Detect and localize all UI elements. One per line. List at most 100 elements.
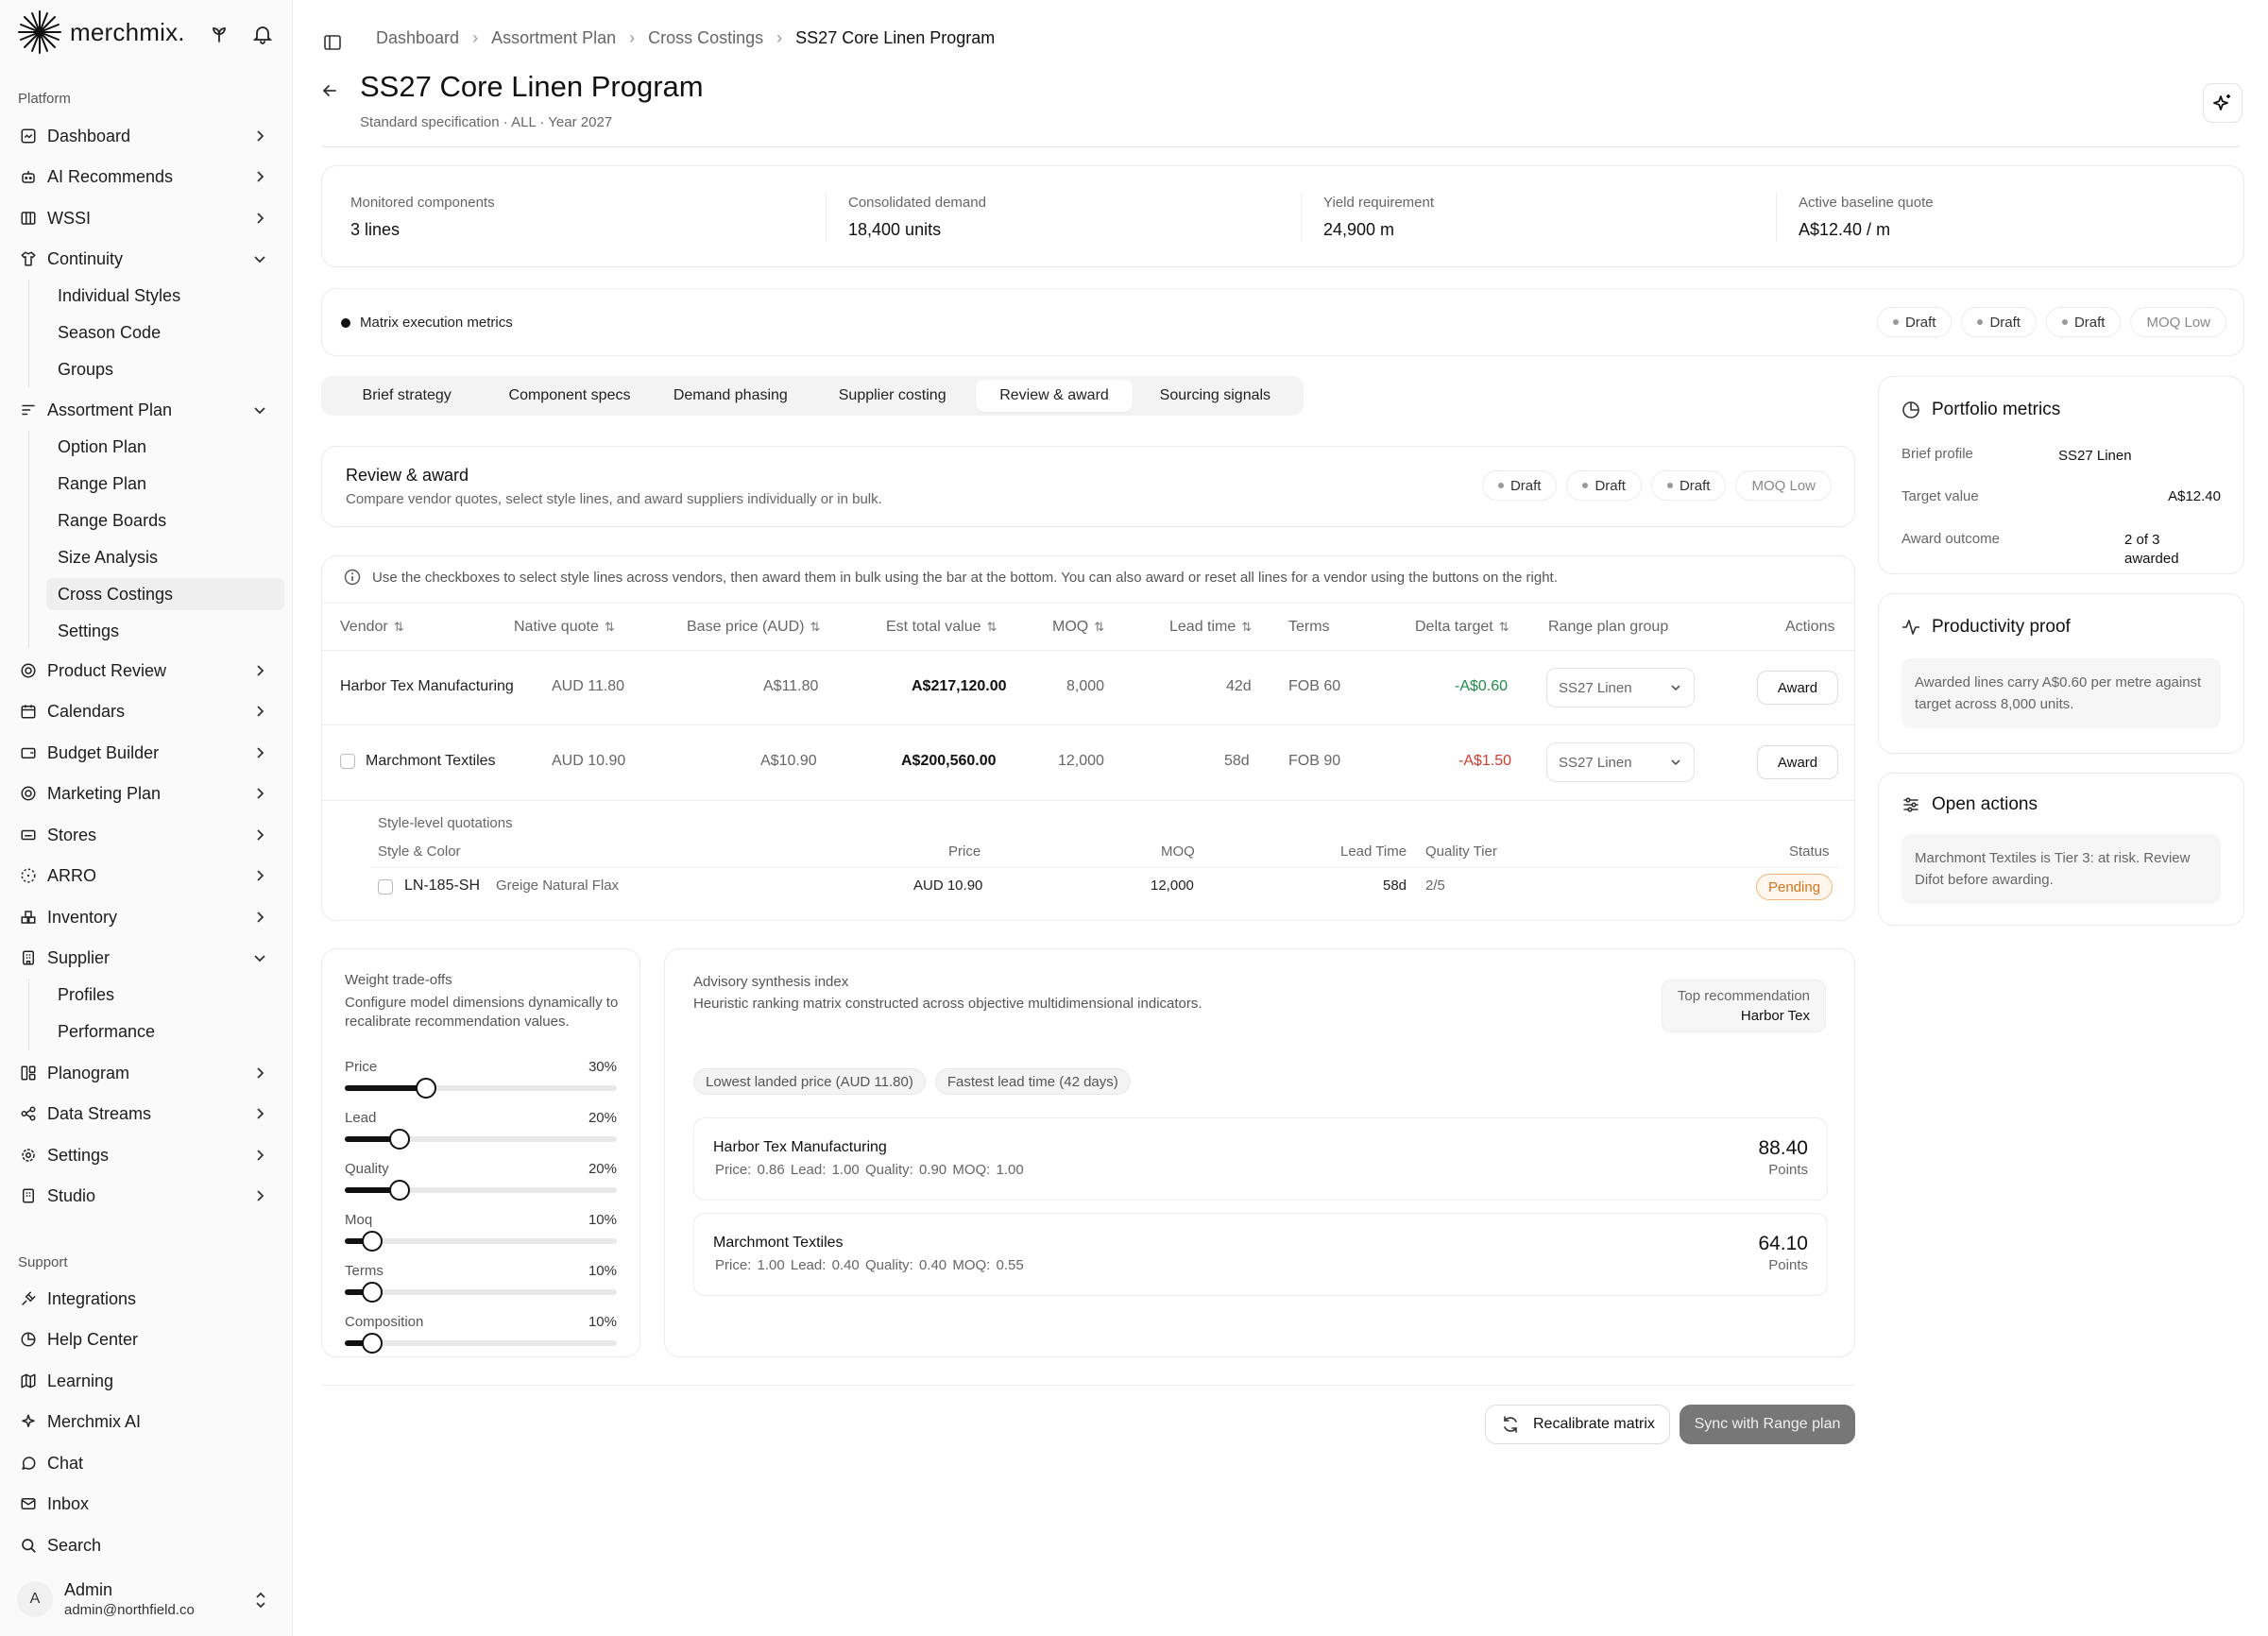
sidebar-item-learning[interactable]: Learning <box>11 1363 281 1399</box>
sidebar-item-dashboard[interactable]: Dashboard <box>11 118 281 154</box>
col-moq[interactable]: MOQ ⇅ <box>1052 619 1104 636</box>
recalibrate-matrix-button[interactable]: Recalibrate matrix <box>1485 1405 1670 1444</box>
status-pill[interactable]: Draft <box>1876 307 1953 337</box>
slider-thumb[interactable] <box>416 1078 437 1099</box>
sidebar-item-ai-recommends[interactable]: AI Recommends <box>11 159 281 195</box>
sidebar-subitem-range-plan[interactable]: Range Plan <box>46 468 284 500</box>
breadcrumb-assortment-plan[interactable]: Assortment Plan <box>491 28 616 48</box>
sidebar-subitem-cross-costings[interactable]: Cross Costings <box>46 578 284 610</box>
sidebar-subitem-individual-styles[interactable]: Individual Styles <box>46 280 284 312</box>
sidebar-item-product-review[interactable]: Product Review <box>11 653 281 689</box>
brand[interactable]: merchmix. <box>17 8 185 57</box>
sidebar-item-arro[interactable]: ARRO <box>11 858 281 894</box>
sidebar-item-calendars[interactable]: Calendars <box>11 693 281 729</box>
tab-component-specs[interactable]: Component specs <box>486 380 652 412</box>
weight-slider-quality[interactable] <box>345 1180 617 1201</box>
sidebar-item-assortment-plan[interactable]: Assortment Plan <box>11 392 281 428</box>
weight-slider-price[interactable] <box>345 1078 617 1099</box>
ai-assistant-button[interactable] <box>2203 83 2242 123</box>
slider-thumb[interactable] <box>388 1180 410 1201</box>
slider-thumb[interactable] <box>361 1231 383 1252</box>
breadcrumb-dashboard[interactable]: Dashboard <box>376 28 459 48</box>
sprout-icon[interactable] <box>208 23 230 45</box>
support-section-label: Support <box>18 1254 68 1270</box>
back-arrow-icon[interactable] <box>319 80 340 101</box>
slider-thumb[interactable] <box>361 1282 383 1303</box>
slider-thumb[interactable] <box>388 1129 410 1150</box>
sidebar-subitem-profiles[interactable]: Profiles <box>46 979 284 1011</box>
pill-label: Draft <box>1904 314 1936 331</box>
award-button[interactable]: Award <box>1757 671 1838 705</box>
col-vendor[interactable]: Vendor ⇅ <box>340 619 404 636</box>
sort-icon: ⇅ <box>604 620 615 634</box>
tab-supplier-costing[interactable]: Supplier costing <box>809 380 976 412</box>
style-row-checkbox[interactable] <box>378 879 393 895</box>
top-rec-label: Top recommendation <box>1677 988 1810 1004</box>
sidebar-toggle-icon[interactable] <box>323 33 342 52</box>
sidebar-item-continuity[interactable]: Continuity <box>11 241 281 277</box>
recommendation-card[interactable]: Harbor Tex Manufacturing Price: 0.86 Lea… <box>693 1117 1828 1201</box>
sidebar-item-stores[interactable]: Stores <box>11 817 281 853</box>
sidebar-item-settings[interactable]: Settings <box>11 1137 281 1173</box>
row-checkbox[interactable] <box>340 754 355 769</box>
weight-slider-lead[interactable] <box>345 1129 617 1150</box>
metrics-card: Monitored components 3 lines Consolidate… <box>321 165 2244 267</box>
sidebar-item-help-center[interactable]: Help Center <box>11 1321 281 1357</box>
sidebar-item-supplier[interactable]: Supplier <box>11 940 281 976</box>
chevron-right-icon <box>257 829 264 841</box>
status-pill[interactable]: Draft <box>2045 307 2122 337</box>
sidebar-item-wssi[interactable]: WSSI <box>11 200 281 236</box>
weight-slider-moq[interactable] <box>345 1231 617 1252</box>
sidebar-item-inventory[interactable]: Inventory <box>11 899 281 935</box>
status-pill[interactable]: Draft <box>1481 470 1558 501</box>
sidebar-item-search[interactable]: Search <box>11 1527 281 1563</box>
recommendation-card[interactable]: Marchmont Textiles Price: 1.00 Lead: 0.4… <box>693 1213 1828 1296</box>
sidebar-subitem-performance[interactable]: Performance <box>46 1015 284 1048</box>
sidebar-item-planogram[interactable]: Planogram <box>11 1055 281 1091</box>
sidebar-subitem-range-boards[interactable]: Range Boards <box>46 504 284 537</box>
tab-brief-strategy[interactable]: Brief strategy <box>327 380 486 412</box>
sidebar-item-label: AI Recommends <box>47 166 174 186</box>
breadcrumb-cross-costings[interactable]: Cross Costings <box>648 28 763 48</box>
col-lead-time[interactable]: Lead time ⇅ <box>1169 619 1252 636</box>
bell-icon[interactable] <box>251 23 274 45</box>
range-plan-group-select[interactable]: SS27 Linen <box>1546 742 1695 782</box>
sidebar-item-marketing-plan[interactable]: Marketing Plan <box>11 775 281 811</box>
sidebar-subitem-settings[interactable]: Settings <box>46 615 284 647</box>
status-pill[interactable]: Draft <box>1650 470 1727 501</box>
award-button[interactable]: Award <box>1757 745 1838 779</box>
status-pill[interactable]: MOQ Low <box>1735 470 1832 501</box>
status-pill[interactable]: Draft <box>1566 470 1642 501</box>
sidebar-item-chat[interactable]: Chat <box>11 1445 281 1481</box>
sidebar-item-integrations[interactable]: Integrations <box>11 1281 281 1317</box>
col-native-quote[interactable]: Native quote ⇅ <box>514 619 615 636</box>
dot-icon <box>1497 483 1504 488</box>
sidebar-subitem-season-code[interactable]: Season Code <box>46 316 284 349</box>
sidebar-item-inbox[interactable]: Inbox <box>11 1486 281 1522</box>
col-base-price[interactable]: Base price (AUD) ⇅ <box>687 619 820 636</box>
weight-slider-terms[interactable] <box>345 1282 617 1303</box>
col-delta-target[interactable]: Delta target ⇅ <box>1415 619 1509 636</box>
tab-sourcing-signals[interactable]: Sourcing signals <box>1133 380 1298 412</box>
tab-review-award[interactable]: Review & award <box>976 380 1133 412</box>
sidebar-subitem-option-plan[interactable]: Option Plan <box>46 431 284 463</box>
sidebar-item-budget-builder[interactable]: Budget Builder <box>11 735 281 771</box>
cell-lead-time: 42d <box>1226 678 1252 694</box>
sidebar-item-studio[interactable]: Studio <box>11 1178 281 1214</box>
weight-label: Quality <box>345 1161 389 1177</box>
user-menu[interactable]: A Admin admin@northfield.co <box>17 1573 281 1626</box>
sidebar-item-merchmix-ai[interactable]: Merchmix AI <box>11 1404 281 1440</box>
sidebar-subitem-size-analysis[interactable]: Size Analysis <box>46 541 284 573</box>
range-plan-group-select[interactable]: SS27 Linen <box>1546 668 1695 707</box>
tab-demand-phasing[interactable]: Demand phasing <box>653 380 809 412</box>
sidebar-item-data-streams[interactable]: Data Streams <box>11 1096 281 1132</box>
sidebar-subitem-groups[interactable]: Groups <box>46 353 284 385</box>
col-label: Actions <box>1785 619 1835 635</box>
sync-range-plan-button[interactable]: Sync with Range plan <box>1680 1405 1855 1444</box>
weight-slider-composition[interactable] <box>345 1333 617 1354</box>
slider-thumb[interactable] <box>361 1333 383 1354</box>
advisory-card: Advisory synthesis index Heuristic ranki… <box>664 948 1855 1357</box>
col-est-total[interactable]: Est total value ⇅ <box>886 619 997 636</box>
status-pill[interactable]: MOQ Low <box>2130 307 2226 337</box>
status-pill[interactable]: Draft <box>1961 307 2037 337</box>
